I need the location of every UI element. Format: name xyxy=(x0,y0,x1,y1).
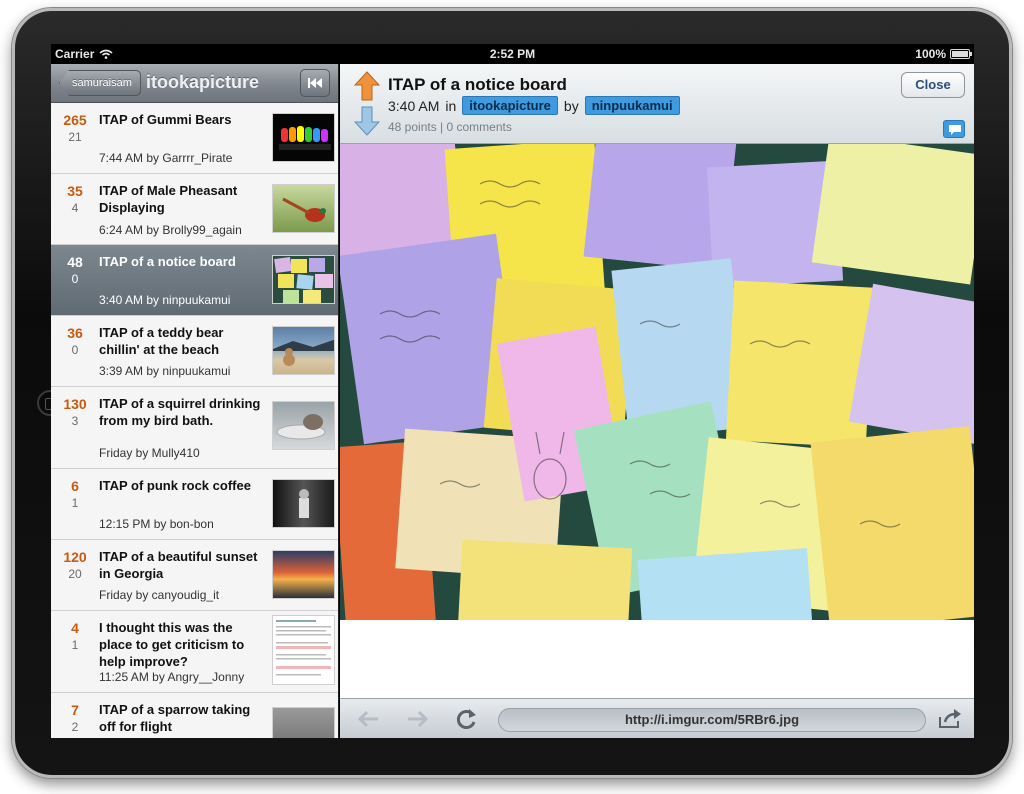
detail-header: ITAP of a notice board 3:40 AM in itooka… xyxy=(340,64,974,144)
story-title: ITAP of punk rock coffee xyxy=(99,478,251,493)
story-score: 265 xyxy=(63,112,87,128)
story-score: 48 xyxy=(67,254,83,270)
back-arrow-icon[interactable] xyxy=(354,707,382,731)
list-item[interactable]: 6 1 ITAP of punk rock coffee 12:15 PM by… xyxy=(51,469,338,540)
battery-percent: 100% xyxy=(915,47,946,61)
list-item[interactable]: 36 0 ITAP of a teddy bear chillin' at th… xyxy=(51,316,338,387)
battery-icon xyxy=(950,49,972,59)
story-thumbnail xyxy=(272,707,335,738)
story-detail-pane: ITAP of a notice board 3:40 AM in itooka… xyxy=(340,64,974,738)
detail-title: ITAP of a notice board xyxy=(388,75,567,94)
browser-toolbar: http://i.imgur.com/5RBr6.jpg xyxy=(340,698,974,738)
list-item[interactable]: 130 3 ITAP of a squirrel drinking from m… xyxy=(51,387,338,469)
story-score: 35 xyxy=(67,183,83,199)
subreddit-tag[interactable]: itookapicture xyxy=(462,96,558,115)
story-meta: 3:40 AM by ninpuukamui xyxy=(99,293,231,307)
detail-time: 3:40 AM xyxy=(388,97,440,114)
story-meta: Friday by Mully410 xyxy=(99,446,200,460)
story-thumbnail xyxy=(272,326,335,375)
list-item[interactable]: 120 20 ITAP of a beautiful sunset in Geo… xyxy=(51,540,338,611)
story-score: 4 xyxy=(71,620,79,636)
story-title: ITAP of a teddy bear chillin' at the bea… xyxy=(99,325,224,357)
story-title: ITAP of a squirrel drinking from my bird… xyxy=(99,396,261,428)
share-icon[interactable] xyxy=(936,707,964,731)
story-comment-count: 2 xyxy=(71,720,79,734)
forward-arrow-icon[interactable] xyxy=(404,707,432,731)
comments-button[interactable] xyxy=(943,120,965,138)
story-meta: 11:25 AM by Angry__Jonny xyxy=(99,670,245,684)
story-meta: 3:39 AM by ninpuukamui xyxy=(99,364,231,378)
story-comment-count: 20 xyxy=(68,567,82,581)
story-title: ITAP of Male Pheasant Displaying xyxy=(99,183,238,215)
status-bar: Carrier 2:52 PM 100% xyxy=(51,44,974,64)
list-item-selected[interactable]: 48 0 ITAP of a notice board 3:40 AM by n… xyxy=(51,245,338,316)
story-title: ITAP of a notice board xyxy=(99,254,236,269)
story-comment-count: 3 xyxy=(71,414,79,428)
story-score: 7 xyxy=(71,702,79,718)
story-list: 265 21 ITAP of Gummi Bears 7:44 AM by Ga… xyxy=(51,103,338,738)
story-thumbnail xyxy=(272,550,335,599)
list-item[interactable]: 265 21 ITAP of Gummi Bears 7:44 AM by Ga… xyxy=(51,103,338,174)
upvote-arrow-icon[interactable] xyxy=(354,71,380,101)
subreddit-title: itookapicture xyxy=(146,72,260,92)
story-comment-count: 1 xyxy=(71,638,79,652)
rewind-button[interactable] xyxy=(300,69,330,97)
status-time: 2:52 PM xyxy=(489,47,536,61)
reload-icon[interactable] xyxy=(453,707,481,731)
rewind-icon xyxy=(308,78,322,88)
story-title: I thought this was the place to get crit… xyxy=(99,620,245,669)
story-title: ITAP of Gummi Bears xyxy=(99,112,232,127)
list-navigation-bar: samuraisam itookapicture xyxy=(51,64,338,103)
story-list-pane: samuraisam itookapicture 265 21 ITAP of … xyxy=(51,64,339,738)
by-label: by xyxy=(563,97,579,114)
story-thumbnail xyxy=(272,184,335,233)
story-comment-count: 0 xyxy=(71,343,79,357)
author-tag[interactable]: ninpuukamui xyxy=(584,96,680,115)
list-item[interactable]: 35 4 ITAP of Male Pheasant Displaying 6:… xyxy=(51,174,338,245)
close-button[interactable]: Close xyxy=(901,72,965,98)
story-comment-count: 1 xyxy=(71,496,79,510)
story-comment-count: 0 xyxy=(71,272,79,286)
story-meta: Friday by canyoudig_it xyxy=(99,588,220,602)
story-thumbnail xyxy=(272,615,335,685)
in-label: in xyxy=(445,97,457,114)
screen: Carrier 2:52 PM 100% samuraisam itookapi… xyxy=(51,44,974,738)
story-score: 36 xyxy=(67,325,83,341)
post-image[interactable] xyxy=(340,144,974,620)
detail-byline: 3:40 AM in itookapicture by ninpuukamui xyxy=(388,96,680,115)
url-field[interactable]: http://i.imgur.com/5RBr6.jpg xyxy=(498,708,926,732)
story-thumbnail xyxy=(272,113,335,162)
list-item[interactable]: 4 1 I thought this was the place to get … xyxy=(51,611,338,693)
story-score: 130 xyxy=(63,396,87,412)
story-comment-count: 21 xyxy=(68,130,82,144)
story-title: ITAP of a sparrow taking off for flight xyxy=(99,702,251,734)
story-score: 120 xyxy=(63,549,87,565)
story-meta: 7:44 AM by Garrrr_Pirate xyxy=(99,151,233,165)
story-thumbnail xyxy=(272,401,335,450)
comment-bubble-icon xyxy=(949,125,961,135)
detail-stats: 48 points | 0 comments xyxy=(388,120,512,134)
list-item[interactable]: 7 2 ITAP of a sparrow taking off for fli… xyxy=(51,693,338,738)
story-comment-count: 4 xyxy=(71,201,79,215)
battery-indicator: 100% xyxy=(915,47,972,61)
story-meta: 12:15 PM by bon-bon xyxy=(99,517,214,531)
story-title: ITAP of a beautiful sunset in Georgia xyxy=(99,549,258,581)
story-thumbnail xyxy=(272,255,335,304)
downvote-arrow-icon[interactable] xyxy=(354,106,380,136)
story-thumbnail xyxy=(272,479,335,528)
story-score: 6 xyxy=(71,478,79,494)
story-meta: 6:24 AM by Brolly99_again xyxy=(99,223,242,237)
back-button[interactable]: samuraisam xyxy=(59,70,141,96)
